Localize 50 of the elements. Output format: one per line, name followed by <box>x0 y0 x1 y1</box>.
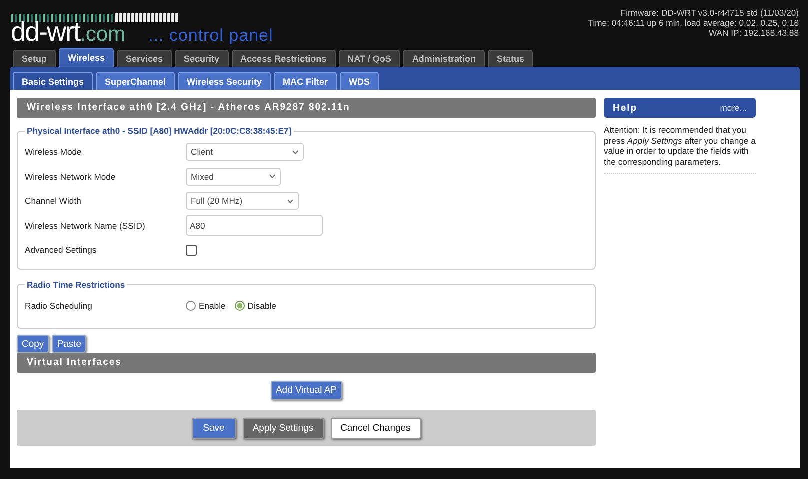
field-label: Wireless Network Name (SSID) <box>25 220 146 231</box>
logo-suffix: .com <box>80 23 126 48</box>
radio-label: Disable <box>248 300 276 311</box>
input-field[interactable]: A80 <box>186 215 323 236</box>
caret-icon <box>287 198 294 204</box>
field-label: Channel Width <box>25 196 82 206</box>
radio-label: Enable <box>199 300 226 311</box>
router-info-text: Firmware: DD-WRT v3.0-r44715 std (11/03/20) <box>620 8 799 18</box>
action-button[interactable]: Save <box>192 418 236 438</box>
fieldset-legend: Radio Time Restrictions <box>25 280 128 290</box>
sub-tab[interactable]: Basic Settings <box>13 72 94 90</box>
field-label: Advanced Settings <box>25 245 98 256</box>
main-tab[interactable]: Setup <box>13 50 56 67</box>
select-dropdown[interactable]: Full (20 MHz) <box>186 192 299 210</box>
section-title: Wireless Interface ath0 [2.4 GHz] - Atheros AR9287 802.11n <box>17 98 596 118</box>
add-virtual-ap-button[interactable]: Add Virtual AP <box>270 381 342 400</box>
section-title: Virtual Interfaces <box>17 353 596 373</box>
action-button[interactable]: Apply Settings <box>242 418 324 438</box>
checkbox[interactable] <box>186 244 197 256</box>
logo-text: dd-wrt <box>11 19 80 46</box>
action-button[interactable]: Cancel Changes <box>330 418 421 438</box>
router-info-text: WAN IP: 192.168.43.88 <box>709 28 799 38</box>
main-tab[interactable]: NAT / QoS <box>338 50 400 67</box>
copy-paste-button[interactable]: Copy <box>17 335 50 353</box>
select-dropdown[interactable]: Mixed <box>186 168 281 186</box>
sub-tab[interactable]: Wireless Security <box>178 72 272 90</box>
caret-icon <box>269 174 276 180</box>
tagline: ... control panel <box>148 26 274 46</box>
help-text: Attention: It is recommended that you press Apply Settings after you change a value in order to update the fields with the corresponding parameters. <box>604 125 756 174</box>
main-tab[interactable]: Access Restrictions <box>232 50 336 67</box>
help-title: Help <box>613 102 638 114</box>
fieldset-legend: Physical Interface ath0 - SSID [A80] HWAddr [20:0C:C8:38:45:E7] <box>25 126 294 136</box>
field-label: Wireless Mode <box>25 147 83 158</box>
main-tab[interactable]: Administration <box>403 50 485 67</box>
more-link[interactable]: more... <box>720 103 747 113</box>
caret-icon <box>292 150 299 155</box>
copy-paste-button[interactable]: Paste <box>52 335 86 353</box>
main-tab[interactable]: Services <box>116 50 172 67</box>
sub-tab[interactable]: SuperChannel <box>96 72 176 90</box>
field-label: Radio Scheduling <box>25 300 94 311</box>
field-label: Wireless Network Mode <box>25 172 117 182</box>
router-info-text: Time: 04:46:11 up 6 min, load average: 0.02, 0.25, 0.18 <box>588 18 799 28</box>
main-tab[interactable]: Wireless <box>59 48 114 67</box>
sub-tab[interactable]: MAC Filter <box>274 72 338 90</box>
main-tab[interactable]: Status <box>488 50 534 67</box>
main-tab[interactable]: Security <box>175 50 229 67</box>
sub-tab[interactable]: WDS <box>340 72 380 90</box>
select-dropdown[interactable]: Client <box>186 143 304 162</box>
radio-button[interactable] <box>186 300 196 311</box>
radio-button[interactable] <box>234 300 245 311</box>
